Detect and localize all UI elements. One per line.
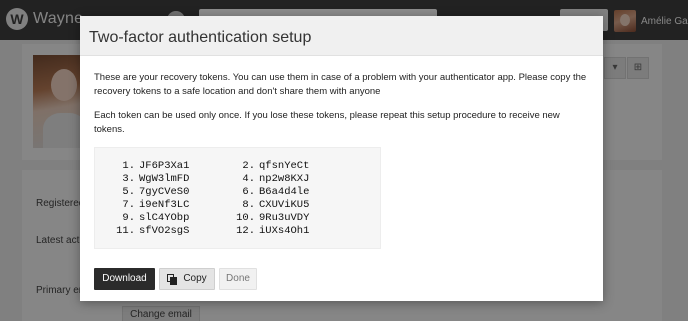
token-number: 9. bbox=[122, 212, 135, 224]
token-code: np2w8KXJ bbox=[259, 173, 310, 185]
recovery-token: 8. CXUViKU5 bbox=[233, 199, 353, 212]
token-usage-note: Each token can be used only once. If you… bbox=[94, 110, 560, 135]
token-number: 8. bbox=[242, 199, 255, 211]
token-number: 7. bbox=[122, 199, 135, 211]
token-number: 6. bbox=[242, 186, 255, 198]
token-number: 2. bbox=[242, 160, 255, 172]
token-number: 12. bbox=[236, 225, 255, 237]
token-number: 3. bbox=[122, 173, 135, 185]
recovery-token: 11. sfVO2sgS bbox=[113, 225, 233, 238]
token-number: 1. bbox=[122, 160, 135, 172]
recovery-token: 6. B6a4d4le bbox=[233, 186, 353, 199]
recovery-token: 7. i9eNf3LC bbox=[113, 199, 233, 212]
modal-header: Two-factor authentication setup bbox=[80, 16, 603, 56]
token-code: 9Ru3uVDY bbox=[259, 212, 310, 224]
token-code: CXUViKU5 bbox=[259, 199, 310, 211]
copy-icon bbox=[167, 273, 178, 285]
token-code: WgW3lmFD bbox=[139, 173, 190, 185]
recovery-token: 12. iUXs4Oh1 bbox=[233, 225, 353, 238]
modal-body: These are your recovery tokens. You can … bbox=[80, 56, 603, 249]
recovery-token: 1. JF6P3Xa1 bbox=[113, 160, 233, 173]
token-number: 5. bbox=[122, 186, 135, 198]
copy-button[interactable]: Copy bbox=[159, 268, 215, 290]
recovery-tokens-box: 1. JF6P3Xa1 2. qfsnYeCt 3. WgW3lmFD 4. np2w8KXJ… bbox=[94, 147, 381, 249]
copy-button-label: Copy bbox=[183, 273, 207, 284]
token-code: i9eNf3LC bbox=[139, 199, 190, 211]
modal-title: Two-factor authentication setup bbox=[89, 29, 312, 46]
token-code: JF6P3Xa1 bbox=[139, 160, 190, 172]
token-code: sfVO2sgS bbox=[139, 225, 190, 237]
recovery-token: 2. qfsnYeCt bbox=[233, 160, 353, 173]
token-number: 11. bbox=[116, 225, 135, 237]
two-factor-setup-dialog: Two-factor authentication setup These ar… bbox=[80, 16, 603, 301]
token-code: qfsnYeCt bbox=[259, 160, 310, 172]
recovery-token: 3. WgW3lmFD bbox=[113, 173, 233, 186]
modal-footer: Download Copy Done bbox=[94, 268, 261, 290]
recovery-token: 9. slC4YObp bbox=[113, 212, 233, 225]
token-code: iUXs4Oh1 bbox=[259, 225, 310, 237]
download-button[interactable]: Download bbox=[94, 268, 155, 290]
token-code: B6a4d4le bbox=[259, 186, 310, 198]
recovery-token: 10. 9Ru3uVDY bbox=[233, 212, 353, 225]
recovery-tokens-description: These are your recovery tokens. You can … bbox=[94, 72, 587, 97]
token-number: 10. bbox=[236, 212, 255, 224]
token-code: slC4YObp bbox=[139, 212, 190, 224]
token-number: 4. bbox=[242, 173, 255, 185]
token-grid: 1. JF6P3Xa1 2. qfsnYeCt 3. WgW3lmFD 4. np2w8KXJ… bbox=[113, 160, 380, 238]
done-button[interactable]: Done bbox=[219, 268, 257, 290]
recovery-token: 5. 7gyCVeS0 bbox=[113, 186, 233, 199]
recovery-token: 4. np2w8KXJ bbox=[233, 173, 353, 186]
token-code: 7gyCVeS0 bbox=[139, 186, 190, 198]
